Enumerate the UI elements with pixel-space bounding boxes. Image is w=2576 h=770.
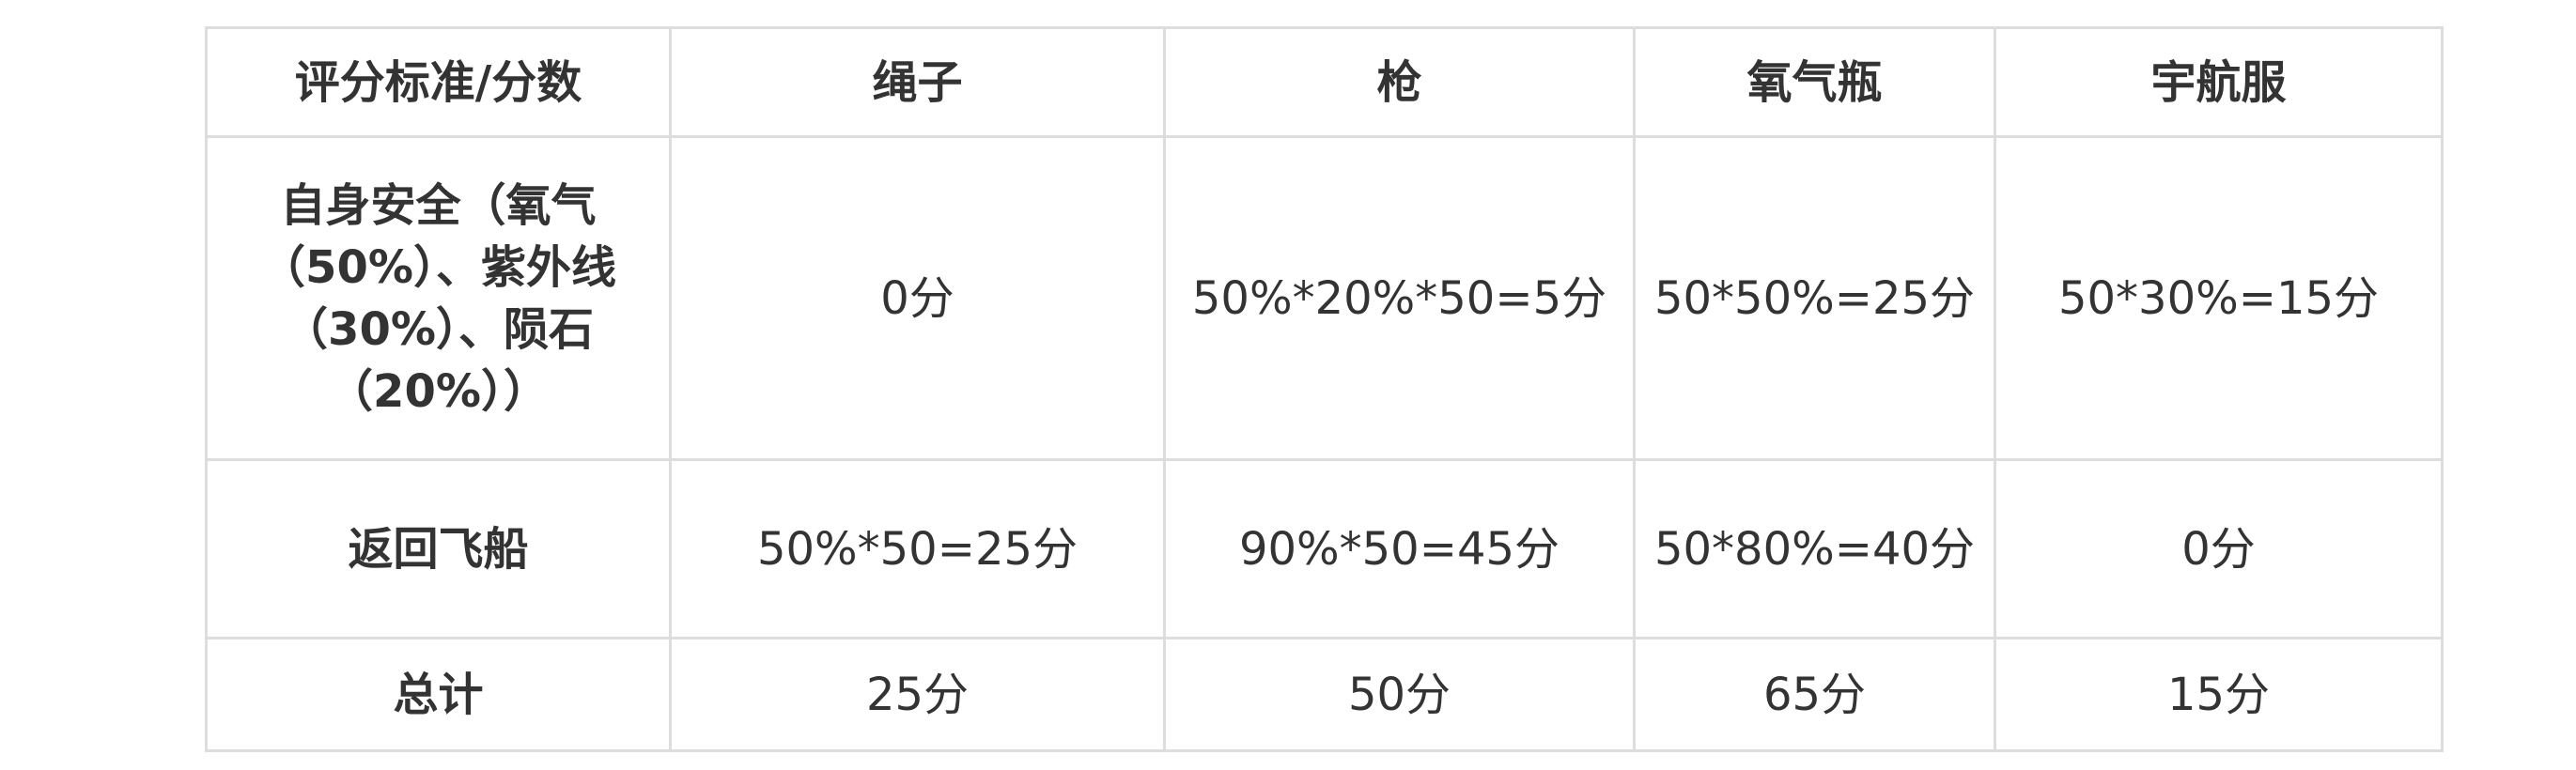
row-label-self-safety: 自身安全（氧气（50%）、紫外线（30%）、陨石（20%）） bbox=[205, 135, 672, 461]
row-label-return-ship: 返回飞船 bbox=[205, 458, 672, 639]
table-cell: 50%*50=25分 bbox=[669, 458, 1166, 639]
header-oxygen-tank: 氧气瓶 bbox=[1633, 26, 1996, 138]
table-header-row: 评分标准/分数 绳子 枪 氧气瓶 宇航服 bbox=[205, 26, 2444, 138]
table-cell: 25分 bbox=[669, 637, 1166, 752]
header-gun: 枪 bbox=[1163, 26, 1636, 138]
header-rope: 绳子 bbox=[669, 26, 1166, 138]
table-cell: 50%*20%*50=5分 bbox=[1163, 135, 1636, 461]
table-cell: 0分 bbox=[1994, 458, 2444, 639]
row-label-total: 总计 bbox=[205, 637, 672, 752]
table-row: 返回飞船 50%*50=25分 90%*50=45分 50*80%=40分 0分 bbox=[205, 458, 2444, 639]
table-row: 总计 25分 50分 65分 15分 bbox=[205, 637, 2444, 752]
table-cell: 50*80%=40分 bbox=[1633, 458, 1996, 639]
table-cell: 90%*50=45分 bbox=[1163, 458, 1636, 639]
table-cell: 50*30%=15分 bbox=[1994, 135, 2444, 461]
table-row: 自身安全（氧气（50%）、紫外线（30%）、陨石（20%）） 0分 50%*20… bbox=[205, 135, 2444, 461]
table-cell: 0分 bbox=[669, 135, 1166, 461]
table-cell: 15分 bbox=[1994, 637, 2444, 752]
header-criteria: 评分标准/分数 bbox=[205, 26, 672, 138]
score-table: 评分标准/分数 绳子 枪 氧气瓶 宇航服 自身安全（氧气（50%）、紫外线（30… bbox=[205, 26, 2444, 752]
table-cell: 50分 bbox=[1163, 637, 1636, 752]
table-cell: 50*50%=25分 bbox=[1633, 135, 1996, 461]
table-cell: 65分 bbox=[1633, 637, 1996, 752]
header-spacesuit: 宇航服 bbox=[1994, 26, 2444, 138]
